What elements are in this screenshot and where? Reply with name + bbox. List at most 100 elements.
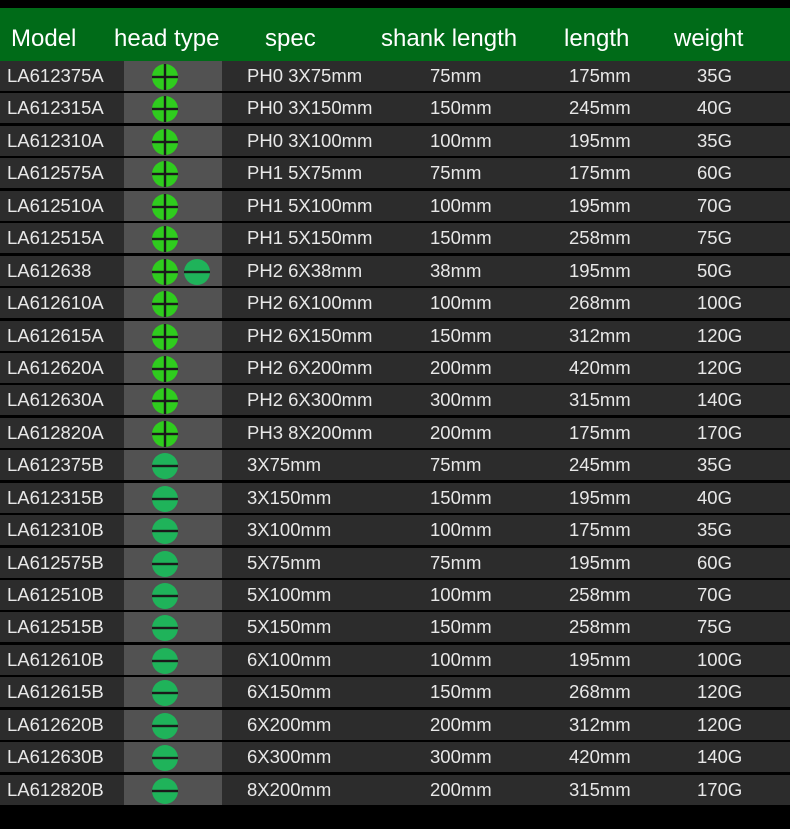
length-cell: 175mm — [569, 162, 631, 184]
spec-table: Model head type spec shank length length… — [0, 8, 790, 805]
table-row: LA612630A PH2 6X300mm 300mm 315mm 140G — [0, 385, 790, 416]
head-type-cell — [124, 288, 222, 319]
head-type-cell — [124, 450, 222, 481]
length-cell: 195mm — [569, 259, 631, 281]
model-cell: LA612515A — [7, 227, 104, 249]
weight-cell: 120G — [697, 681, 743, 703]
spec-cell: 5X100mm — [247, 584, 332, 605]
shank-length-cell: 75mm — [430, 162, 482, 184]
weight-cell: 35G — [697, 65, 732, 86]
weight-cell: 100G — [697, 292, 743, 314]
header-weight: weight — [674, 25, 744, 52]
weight-cell: 35G — [697, 129, 732, 151]
shank-length-cell: 100mm — [430, 648, 492, 670]
shank-length-cell: 200mm — [430, 421, 492, 443]
slotted-head-icon — [152, 550, 178, 577]
weight-cell: 100G — [697, 648, 743, 670]
length-cell: 195mm — [569, 194, 631, 216]
shank-length-cell: 200mm — [430, 778, 492, 800]
phillips-head-icon — [152, 128, 178, 155]
model-cell: LA612638 — [7, 259, 92, 281]
length-cell: 268mm — [569, 292, 631, 314]
length-cell: 175mm — [569, 519, 631, 541]
length-cell: 195mm — [569, 129, 631, 151]
table-body: LA612375A PH0 3X75mm 75mm 175mm 35G LA612315A… — [0, 61, 790, 805]
length-cell: 315mm — [569, 389, 631, 411]
header-spec: spec — [265, 25, 316, 52]
model-cell: LA612620B — [7, 713, 104, 735]
length-cell: 258mm — [569, 227, 631, 249]
phillips-head-icon — [152, 388, 178, 415]
head-type-cell — [124, 125, 222, 156]
weight-cell: 40G — [697, 97, 732, 119]
head-type-cell — [124, 612, 222, 643]
shank-length-cell: 38mm — [430, 259, 482, 281]
table-row: LA612620A PH2 6X200mm 200mm 420mm 120G — [0, 352, 790, 383]
model-cell: LA612820B — [7, 778, 104, 800]
model-cell: LA612315B — [7, 486, 104, 508]
spec-cell: 3X100mm — [247, 519, 332, 541]
shank-length-cell: 75mm — [430, 454, 482, 476]
phillips-head-icon — [152, 193, 178, 220]
shank-length-cell: 100mm — [430, 194, 492, 216]
weight-cell: 60G — [697, 162, 732, 184]
table-row: LA612510A PH1 5X100mm 100mm 195mm 70G — [0, 190, 790, 221]
head-type-cell — [124, 93, 222, 124]
spec-cell: 8X200mm — [247, 778, 332, 800]
weight-cell: 75G — [697, 227, 732, 249]
shank-length-cell: 300mm — [430, 389, 492, 411]
phillips-head-icon — [152, 226, 178, 253]
header-length: length — [564, 25, 630, 52]
phillips-head-icon — [152, 64, 178, 90]
head-type-cell — [124, 547, 222, 578]
phillips-head-icon — [152, 161, 178, 188]
head-type-cell — [124, 580, 222, 610]
spec-cell: PH2 6X150mm — [247, 324, 373, 346]
length-cell: 195mm — [569, 551, 631, 573]
table-row: LA612510B 5X100mm 100mm 258mm 70G — [0, 580, 790, 610]
slotted-head-icon — [152, 745, 178, 772]
shank-length-cell: 200mm — [430, 356, 492, 378]
spec-cell: PH2 6X38mm — [247, 259, 363, 281]
length-cell: 245mm — [569, 97, 631, 119]
slotted-head-icon — [152, 647, 178, 674]
model-cell: LA612820A — [7, 421, 104, 443]
weight-cell: 40G — [697, 486, 732, 508]
slotted-head-icon — [152, 583, 178, 609]
table-row: LA612515A PH1 5X150mm 150mm 258mm 75G — [0, 223, 790, 254]
header-model: Model — [11, 25, 77, 52]
table-row: LA612610A PH2 6X100mm 100mm 268mm 100G — [0, 288, 790, 319]
length-cell: 420mm — [569, 356, 631, 378]
head-type-cell — [124, 515, 222, 546]
shank-length-cell: 150mm — [430, 616, 492, 638]
model-cell: LA612575A — [7, 162, 104, 184]
model-cell: LA612630B — [7, 746, 104, 768]
head-type-cell — [124, 255, 222, 286]
slotted-head-icon — [152, 453, 178, 480]
table-row: LA612310A PH0 3X100mm 100mm 195mm 35G — [0, 125, 790, 156]
head-type-cell — [124, 774, 222, 805]
length-cell: 245mm — [569, 454, 631, 476]
spec-cell: 5X150mm — [247, 616, 332, 638]
table-row: LA612610B 6X100mm 100mm 195mm 100G — [0, 644, 790, 675]
spec-cell: 5X75mm — [247, 551, 322, 573]
header-shank-length: shank length — [381, 25, 518, 52]
model-cell: LA612375B — [7, 454, 104, 476]
head-type-cell — [124, 158, 222, 189]
spec-cell: 6X300mm — [247, 746, 332, 768]
weight-cell: 140G — [697, 746, 743, 768]
shank-length-cell: 150mm — [430, 324, 492, 346]
length-cell: 258mm — [569, 616, 631, 638]
weight-cell: 50G — [697, 259, 732, 281]
table-row: LA612375A PH0 3X75mm 75mm 175mm 35G — [0, 61, 790, 91]
shank-length-cell: 100mm — [430, 292, 492, 314]
spec-cell: 6X100mm — [247, 648, 332, 670]
weight-cell: 75G — [697, 616, 732, 638]
header-head-type: head type — [114, 25, 220, 52]
spec-cell: PH0 3X150mm — [247, 97, 373, 119]
weight-cell: 35G — [697, 519, 732, 541]
weight-cell: 170G — [697, 778, 743, 800]
shank-length-cell: 150mm — [430, 227, 492, 249]
length-cell: 258mm — [569, 584, 631, 605]
spec-cell: PH0 3X75mm — [247, 65, 363, 86]
